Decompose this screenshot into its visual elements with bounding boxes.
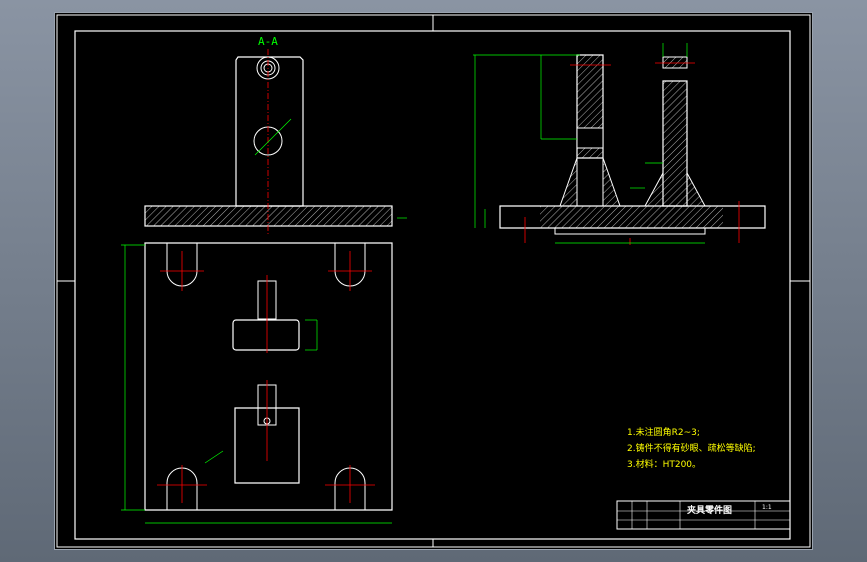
title-block: 夹具零件图 1:1	[616, 500, 791, 530]
plan-view	[121, 242, 393, 524]
title-block-title: 夹具零件图	[687, 504, 732, 516]
note-line-1: 1.未注圆角R2~3;	[627, 426, 700, 438]
front-view	[473, 43, 766, 245]
cad-drawing: A-A 1.未注圆角R2~3; 2.铸件不得有砂眼、疏松等缺陷; 3.材料：HT…	[56, 14, 811, 548]
technical-notes: 1.未注圆角R2~3; 2.铸件不得有砂眼、疏松等缺陷; 3.材料：HT200。	[627, 426, 756, 470]
drawing-canvas: A-A 1.未注圆角R2~3; 2.铸件不得有砂眼、疏松等缺陷; 3.材料：HT…	[55, 13, 812, 549]
section-view-aa: A-A	[144, 35, 407, 235]
note-line-2: 2.铸件不得有砂眼、疏松等缺陷;	[627, 442, 756, 454]
note-line-3: 3.材料：HT200。	[627, 458, 701, 470]
section-label: A-A	[258, 35, 278, 48]
title-block-scale: 1:1	[762, 504, 772, 511]
